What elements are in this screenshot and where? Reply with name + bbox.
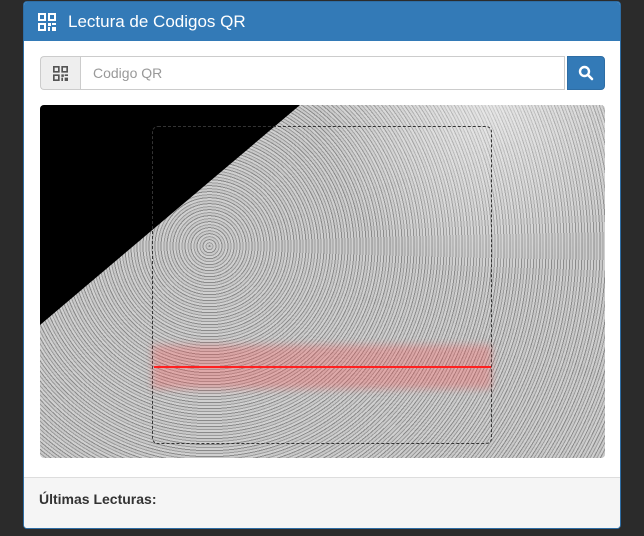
panel-title: Lectura de Codigos QR <box>68 11 246 31</box>
recent-reads-footer: Últimas Lecturas: <box>24 477 620 528</box>
qr-code-input[interactable] <box>80 56 565 90</box>
scan-area-frame <box>152 126 492 444</box>
qr-addon <box>40 56 80 90</box>
qrcode-icon <box>53 65 68 81</box>
search-icon <box>578 65 594 81</box>
camera-preview <box>40 105 605 458</box>
panel-header: Lectura de Codigos QR <box>24 2 620 41</box>
qr-input-group <box>40 56 605 90</box>
search-button[interactable] <box>567 56 605 90</box>
qrcode-icon <box>38 12 56 31</box>
recent-reads-label: Últimas Lecturas: <box>39 491 157 507</box>
qr-reader-panel: Lectura de Codigos QR Últimas Lecturas: <box>23 1 621 529</box>
scan-laser-line <box>154 366 491 368</box>
